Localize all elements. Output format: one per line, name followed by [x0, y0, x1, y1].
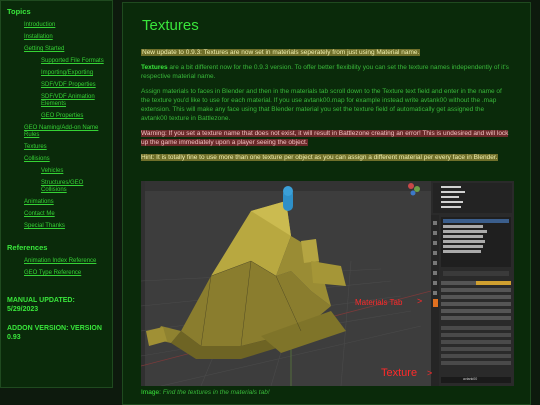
materials-tab-annotation: Materials Tab [355, 298, 403, 307]
instructions-paragraph: Assign materials to faces in Blender and… [141, 88, 502, 122]
nav-geo-properties[interactable]: GEO Properties [41, 113, 107, 120]
intro-text: are a bit different now for the 0.9.3 ve… [141, 64, 509, 80]
nav-sdf-vdf-properties[interactable]: SDF/VDF Properties [41, 82, 107, 89]
nav-animation-index-reference[interactable]: Animation Index Reference [24, 258, 107, 265]
nav-supported-file-formats[interactable]: Supported File Formats [41, 58, 107, 65]
texture-arrow-icon: > [427, 368, 433, 378]
nav-installation[interactable]: Installation [24, 34, 107, 41]
nav-geo-naming-rules[interactable]: GEO Naming/Add-on Name Rules [24, 125, 107, 139]
nav-importing-exporting[interactable]: Importing/Exporting [41, 70, 107, 77]
page-title: Textures [142, 17, 199, 34]
topics-heading: Topics [7, 7, 31, 16]
caption-text: Find the textures in the materials tab! [162, 389, 270, 396]
image-caption: Image: Find the textures in the material… [141, 389, 270, 396]
nav-getting-started[interactable]: Getting Started [24, 46, 107, 53]
nav-collisions[interactable]: Collisions [24, 156, 107, 163]
warning-note: Warning: If you set a texture name that … [141, 130, 509, 146]
update-note: New update to 0.9.3: Textures are now se… [141, 49, 421, 56]
intro-paragraph: Textures are a bit different now for the… [141, 63, 512, 81]
manual-updated: MANUAL UPDATED: 5/29/2023 [7, 297, 75, 313]
sidebar: Topics Introduction Installation Getting… [0, 0, 113, 388]
nav-textures[interactable]: Textures [24, 144, 107, 151]
nav-special-thanks[interactable]: Special Thanks [24, 223, 107, 230]
caption-label: Image: [141, 389, 161, 396]
nav-introduction[interactable]: Introduction [24, 22, 107, 29]
blender-screenshot: Materials Tab > Texture > avtank00 [141, 181, 514, 386]
addon-version: ADDON VERSION: VERSION 0.93 [7, 325, 102, 341]
nav-vehicles[interactable]: Vehicles [41, 168, 107, 175]
texture-field-value: avtank00 [463, 377, 478, 381]
textures-keyword: Textures [141, 64, 168, 71]
main-content: Textures New update to 0.9.3: Textures a… [122, 2, 531, 405]
nav-structures-geo-collisions[interactable]: Structures/GEO Collisions [41, 180, 107, 194]
texture-annotation: Texture [381, 367, 418, 379]
nav-geo-type-reference[interactable]: GEO Type Reference [24, 270, 107, 277]
nav-animations[interactable]: Animations [24, 199, 107, 206]
nav-contact-me[interactable]: Contact Me [24, 211, 107, 218]
references-heading: References [7, 243, 48, 252]
materials-tab-arrow-icon: > [417, 296, 423, 306]
blender-viewport-drawing [141, 181, 514, 386]
hint-note: Hint: It is totally fine to use more tha… [141, 154, 498, 161]
nav-sdf-vdf-animation-elements[interactable]: SDF/VDF Animation Elements [41, 94, 107, 108]
